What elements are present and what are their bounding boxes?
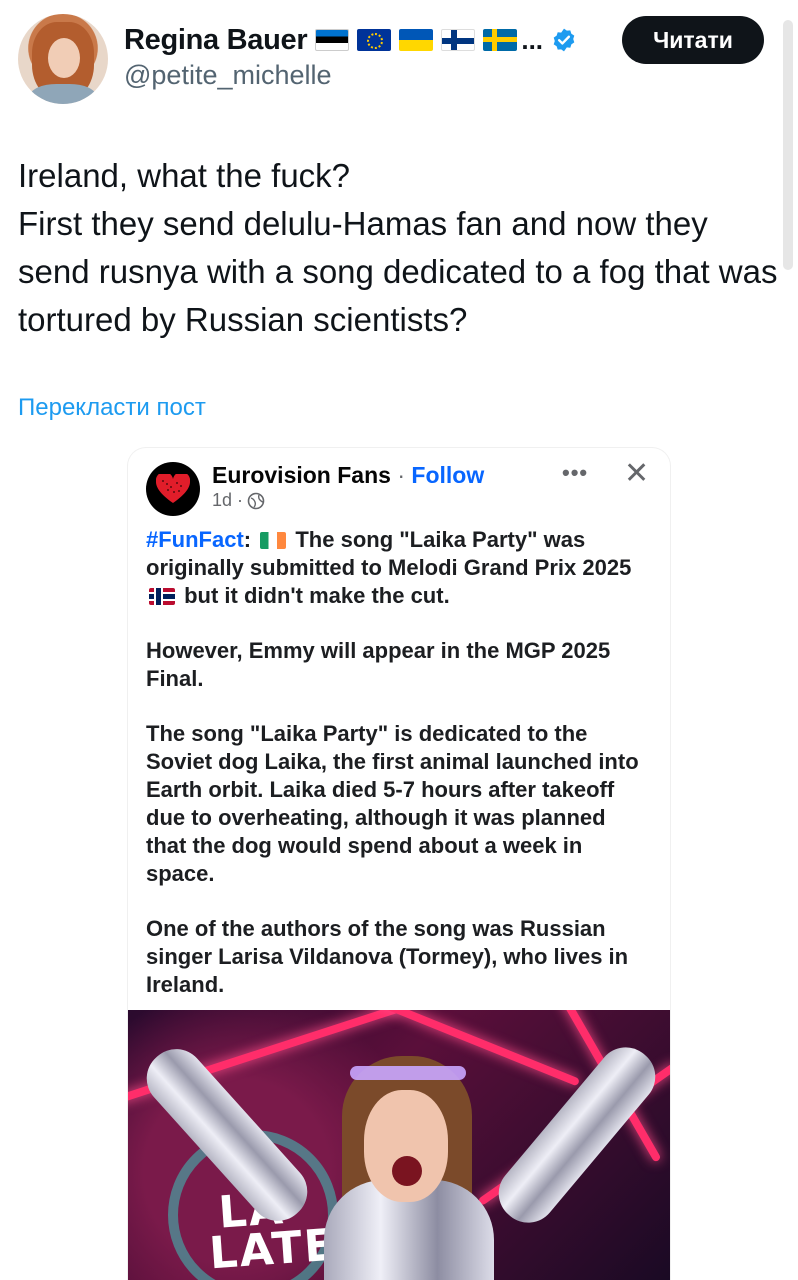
finland-flag-icon [441, 29, 476, 51]
page-logo-heart-icon [146, 462, 200, 516]
author-avatar[interactable] [18, 14, 108, 104]
verified-badge-icon [553, 28, 575, 52]
show-logo-line-2: LATE [207, 1219, 338, 1280]
eu-flag-icon [357, 29, 392, 51]
avatar-face [48, 38, 80, 78]
name-truncation: ... [521, 24, 544, 55]
globe-icon [247, 492, 265, 509]
author-display-name[interactable]: Regina Bauer [124, 24, 308, 57]
embedded-page-name: Eurovision Fans [212, 462, 391, 488]
close-icon: ✕ [624, 457, 650, 490]
embedded-paragraph-1: #FunFact: The song "Laika Party" was ori… [146, 526, 651, 610]
scrollbar[interactable] [783, 20, 793, 270]
more-options-icon: ••• [562, 460, 589, 485]
author-flags [315, 29, 518, 51]
embedded-paragraph-2: However, Emmy will appear in the MGP 202… [146, 638, 611, 691]
ireland-flag-icon [260, 532, 287, 549]
p1-colon: : [243, 527, 258, 552]
embedded-paragraph-3: The song "Laika Party" is dedicated to t… [146, 721, 639, 886]
hashtag-funfact: #FunFact [146, 527, 244, 552]
p1-tail: but it didn't make the cut. [178, 583, 450, 608]
sweden-flag-icon [483, 29, 518, 51]
author-handle[interactable]: @petite_michelle [124, 60, 332, 91]
heart-icon [156, 474, 190, 503]
avatar-shirt [30, 84, 96, 104]
embedded-screenshot[interactable]: Eurovision Fans · Follow 1d · ••• ✕ #Fun… [128, 448, 670, 1280]
embedded-page-name-row: Eurovision Fans · Follow [212, 462, 484, 489]
translate-post-link[interactable]: Перекласти пост [18, 394, 206, 422]
norway-flag-icon [149, 588, 175, 605]
embedded-post-body: #FunFact: The song "Laika Party" was ori… [146, 526, 651, 1026]
performer-mouth [392, 1156, 422, 1186]
embedded-photo: LA LATE [128, 1010, 670, 1280]
embedded-time-text: 1d · [212, 490, 244, 510]
author-name-row[interactable]: Regina Bauer ... [124, 22, 577, 58]
performer-headband [350, 1066, 466, 1080]
tweet-line-1: Ireland, what the fuck? [18, 157, 351, 194]
ukraine-flag-icon [399, 29, 434, 51]
follow-button[interactable]: Читати [622, 16, 764, 64]
embedded-post-time: 1d · [212, 490, 265, 511]
estonia-flag-icon [315, 29, 350, 51]
embedded-post-header: Eurovision Fans · Follow 1d · ••• ✕ [128, 448, 670, 518]
embedded-follow-link: Follow [411, 462, 485, 488]
separator-dot: · [397, 462, 405, 488]
tweet-text: Ireland, what the fuck? First they send … [18, 152, 778, 344]
embedded-paragraph-4: One of the authors of the song was Russi… [146, 916, 629, 997]
tweet-header: Regina Bauer ... @petite_michelle Читати [0, 0, 798, 110]
tweet-line-2: First they send delulu-Hamas fan and now… [18, 205, 778, 338]
